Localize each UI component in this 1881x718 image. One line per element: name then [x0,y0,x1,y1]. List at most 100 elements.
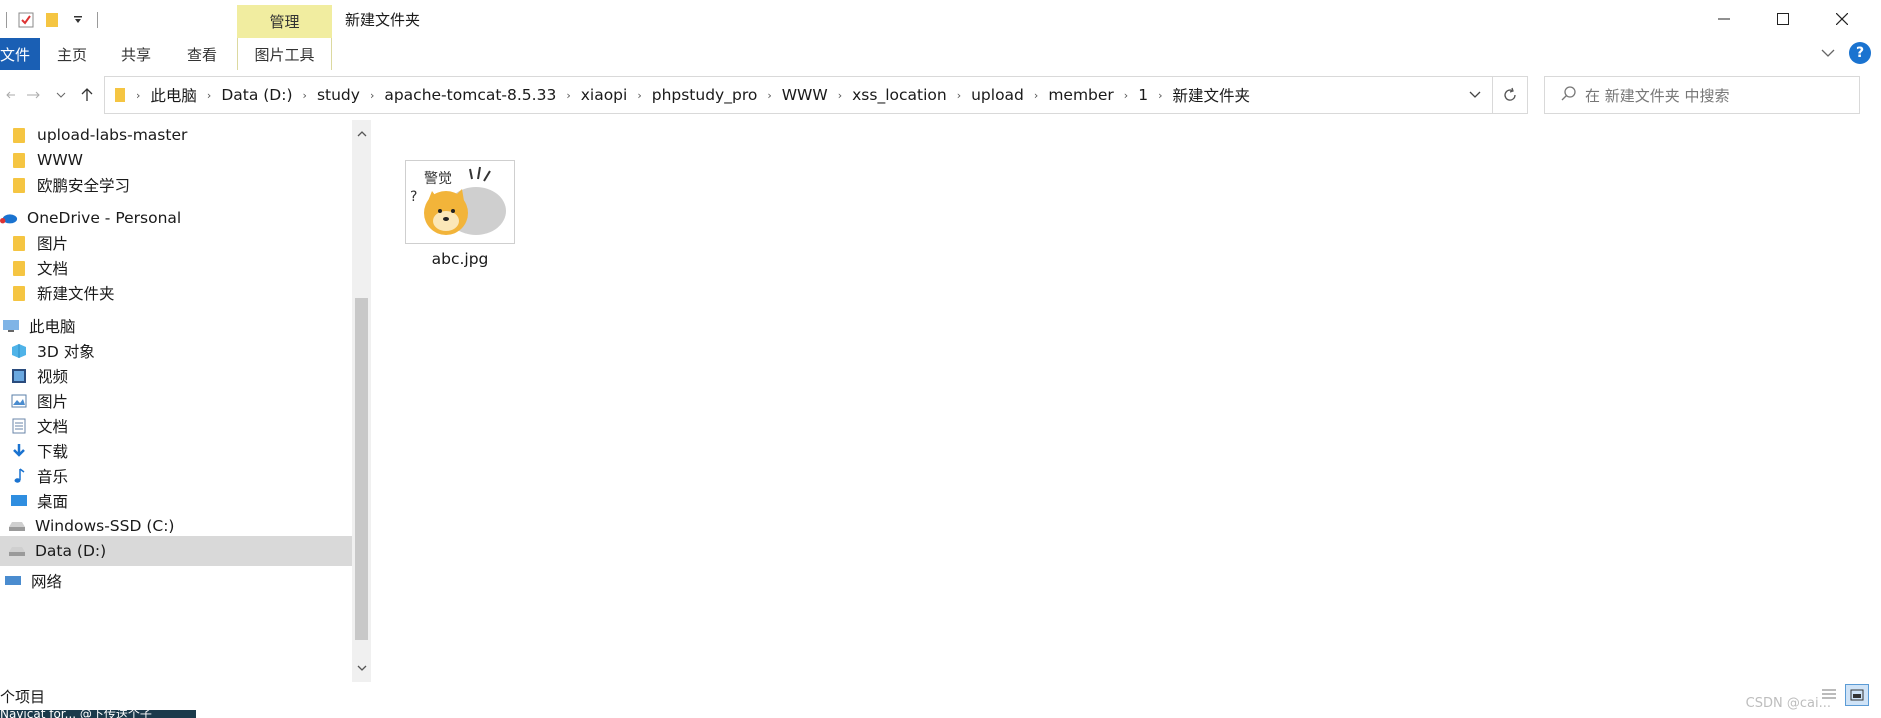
breadcrumb-item[interactable]: 新建文件夹 [1167,84,1255,106]
properties-icon[interactable] [17,11,35,29]
sidebar-item-label: 文档 [37,260,69,278]
ribbon-right-controls: ? [1821,42,1871,64]
breadcrumb-item[interactable]: apache-tomcat-8.5.33 [379,86,561,104]
sidebar-item-label: 图片 [37,235,69,253]
folder-icon [10,126,28,144]
tab-home[interactable]: 主页 [52,38,92,70]
search-input[interactable]: 在 新建文件夹 中搜索 [1585,85,1730,106]
window-title: 新建文件夹 [345,11,421,29]
file-item[interactable]: ? 警觉 abc.jpg [405,160,515,275]
sidebar-item-label: OneDrive - Personal [27,209,182,227]
chevron-right-icon[interactable]: › [1029,89,1043,102]
chevron-right-icon[interactable]: › [202,89,216,102]
maximize-button[interactable] [1754,0,1812,38]
help-icon[interactable]: ? [1849,42,1871,64]
folder-icon [10,259,28,277]
breadcrumb-item[interactable]: upload [966,86,1029,104]
chevron-right-icon[interactable]: › [833,89,847,102]
minimize-button[interactable] [1695,0,1753,38]
scroll-thumb[interactable] [355,298,368,640]
doge-sticker-icon: ? 警觉 [406,161,514,243]
breadcrumb-item[interactable]: phpstudy_pro [647,86,763,104]
breadcrumb-item[interactable]: WWW [777,86,833,104]
recent-locations-icon[interactable] [50,84,72,106]
sidebar-item-label: 图片 [37,393,69,411]
chevron-right-icon[interactable]: › [632,89,646,102]
videos-icon [10,367,28,385]
sidebar-item-label: 视频 [37,368,69,386]
chevron-right-icon[interactable]: › [561,89,575,102]
sidebar-item[interactable]: 网络 [0,566,352,596]
status-bar: 个项目 CSDN @cai... [0,684,1881,711]
chevron-right-icon[interactable]: › [1153,89,1167,102]
breadcrumb-item[interactable]: study [312,86,365,104]
chevron-right-icon[interactable]: › [365,89,379,102]
sidebar-item-label: 新建文件夹 [37,285,115,303]
navigation-row: › 此电脑 › Data (D:) › study › apache-tomcat-8.5.… [0,74,1881,116]
folder-icon [10,151,28,169]
folder-icon [10,176,28,194]
breadcrumb-item[interactable]: 1 [1133,86,1153,104]
breadcrumb-item[interactable]: Data (D:) [216,86,297,104]
title-bar: 管理 新建文件夹 [0,0,1881,38]
chevron-right-icon[interactable]: › [762,89,776,102]
tab-picture-tools[interactable]: 图片工具 [237,38,332,70]
drive-icon [8,542,26,560]
folder-icon [10,234,28,252]
search-box[interactable]: 在 新建文件夹 中搜索 [1544,76,1860,114]
new-folder-icon[interactable] [43,11,61,29]
back-icon[interactable] [0,84,22,106]
address-bar[interactable]: › 此电脑 › Data (D:) › study › apache-tomcat-8.5.… [104,76,1493,114]
manage-context-tab[interactable]: 管理 [237,5,332,38]
sidebar-item-label: 文档 [37,418,69,436]
sidebar-item-label: WWW [37,151,83,169]
sidebar-item-label: Windows-SSD (C:) [35,517,175,535]
scroll-down-icon[interactable] [352,658,371,678]
scroll-up-icon[interactable] [352,124,371,144]
close-icon [1836,13,1848,25]
breadcrumb-item[interactable]: xiaopi [576,86,633,104]
chevron-right-icon[interactable]: › [298,89,312,102]
file-name: abc.jpg [431,250,489,268]
expand-ribbon-icon[interactable] [1821,44,1835,62]
forward-icon[interactable] [22,84,44,106]
quick-access-toolbar [0,8,104,32]
ribbon: 文件 主页 共享 查看 图片工具 ? [0,38,1881,70]
navigation-scrollbar[interactable] [352,120,371,682]
tab-file[interactable]: 文件 [0,38,40,70]
sidebar-item[interactable]: 欧鹏安全学习 [0,170,352,200]
up-icon[interactable] [76,84,98,106]
item-count: 个项目 [0,688,46,706]
chevron-right-icon[interactable]: › [131,89,145,102]
tab-view[interactable]: 查看 [182,38,222,70]
chevron-down-icon [1469,91,1481,98]
sidebar-item[interactable]: Data (D:) [0,536,352,566]
customize-qat-icon[interactable] [69,11,87,29]
minimize-icon [1718,18,1730,20]
chevron-right-icon[interactable]: › [952,89,966,102]
taskbar-text: Navicat for... @下传送个子 [0,710,152,718]
svg-text:?: ? [410,189,417,205]
maximize-icon [1777,13,1789,25]
chevron-right-icon[interactable]: › [1119,89,1133,102]
breadcrumb-item[interactable]: xss_location [847,86,952,104]
folder-icon [111,86,129,104]
sidebar-item-label: Data (D:) [35,542,107,560]
image-thumbnail: ? 警觉 [405,160,515,244]
address-dropdown-button[interactable] [1458,77,1492,113]
details-view-icon[interactable] [1817,684,1841,706]
file-list: ? 警觉 abc.jpg [375,120,1875,680]
network-icon [4,572,22,590]
breadcrumb-item[interactable]: 此电脑 [145,84,202,106]
search-icon [1561,85,1577,105]
refresh-button[interactable] [1492,76,1528,114]
view-switcher [1817,684,1869,706]
downloads-icon [10,442,28,460]
breadcrumb-item[interactable]: member [1043,86,1118,104]
tab-share[interactable]: 共享 [116,38,156,70]
sidebar-item[interactable]: 新建文件夹 [0,278,352,308]
large-icons-view-icon[interactable] [1845,684,1869,706]
qat-separator [6,12,7,28]
close-button[interactable] [1813,0,1871,38]
sidebar-item-label: 网络 [31,573,63,591]
